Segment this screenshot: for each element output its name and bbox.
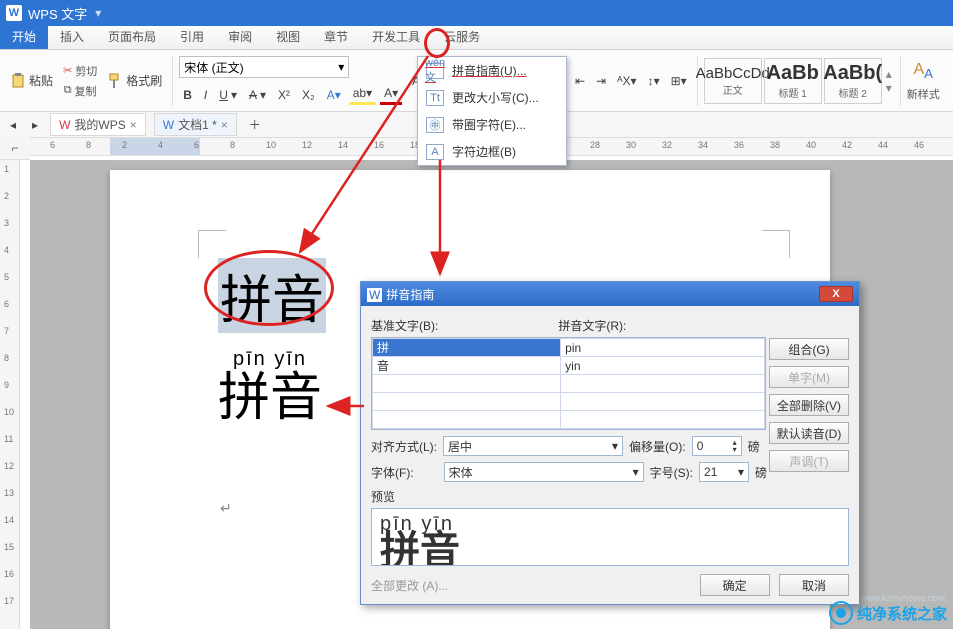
font-color-button[interactable]: A▾: [380, 84, 402, 105]
ok-button[interactable]: 确定: [700, 574, 770, 596]
menu-tab[interactable]: 开始: [0, 24, 48, 49]
size-unit: 磅: [755, 464, 767, 481]
pinyin-guide-dialog: W拼音指南 X 基准文字(B): 拼音文字(R): 拼pin音yin 组合(G)…: [360, 281, 860, 605]
dialog-close-button[interactable]: X: [819, 286, 853, 302]
font-label: 字体(F):: [371, 464, 414, 481]
dropdown-item[interactable]: A字符边框(B): [418, 138, 566, 165]
close-icon[interactable]: ×: [130, 118, 137, 132]
underline-button[interactable]: U▾: [215, 84, 241, 105]
superscript-button[interactable]: X²: [274, 84, 294, 105]
watermark-icon: [829, 601, 853, 625]
style-gallery[interactable]: AaBbCcDd正文AaBb标题 1AaBb(标题 2: [704, 58, 882, 104]
tone-button: 声调(T): [769, 450, 849, 472]
ruby-result: pīn yīn 拼音: [218, 348, 322, 425]
offset-unit: 磅: [748, 438, 760, 455]
menu-tab[interactable]: 章节: [312, 24, 360, 49]
highlight-button[interactable]: ab▾: [349, 84, 376, 105]
default-reading-button[interactable]: 默认读音(D): [769, 422, 849, 444]
watermark: 纯净系统之家: [829, 601, 947, 625]
size-label: 字号(S):: [650, 464, 693, 481]
dropdown-item[interactable]: Tt更改大小写(C)...: [418, 84, 566, 111]
offset-spinner[interactable]: 0▴▾: [692, 436, 742, 456]
copy-button[interactable]: ⧉复制: [60, 81, 101, 101]
menu-tab[interactable]: 视图: [264, 24, 312, 49]
view-indicator: ⌐: [0, 136, 30, 160]
indent-button[interactable]: ⇥: [592, 72, 610, 90]
subscript-button[interactable]: X₂: [298, 84, 319, 105]
pinyin-grid[interactable]: 拼pin音yin: [371, 337, 766, 430]
single-button: 单字(M): [769, 366, 849, 388]
base-text-label: 基准文字(B):: [371, 317, 438, 334]
paragraph-mark: ↵: [220, 500, 232, 517]
style-preview[interactable]: AaBb(标题 2: [824, 58, 882, 104]
app-title: WPS 文字: [28, 4, 87, 23]
pinyin-text-label: 拼音文字(R):: [558, 317, 626, 334]
cancel-button[interactable]: 取消: [779, 574, 849, 596]
align-combo[interactable]: 居中▾: [443, 436, 623, 456]
preview-label: 预览: [371, 488, 849, 505]
tab-nav-right[interactable]: ▸: [28, 116, 42, 134]
menu-tab[interactable]: 页面布局: [96, 24, 168, 49]
app-logo: W: [6, 5, 22, 21]
vertical-ruler[interactable]: 1234567891011121314151617: [0, 160, 20, 629]
dropdown-item[interactable]: wén 文拼音指南(U)...: [418, 57, 566, 84]
borders-button[interactable]: ⊞▾: [667, 72, 691, 90]
menu-tab[interactable]: 引用: [168, 24, 216, 49]
tab-document[interactable]: W文档1 *×: [154, 113, 237, 136]
menu-tab[interactable]: 插入: [48, 24, 96, 49]
menu-tab[interactable]: 审阅: [216, 24, 264, 49]
apply-all-link[interactable]: 全部更改 (A)...: [371, 577, 448, 594]
clear-all-button[interactable]: 全部删除(V): [769, 394, 849, 416]
bold-button[interactable]: B: [179, 84, 196, 105]
menu-tab[interactable]: 云服务: [432, 24, 492, 49]
size-combo[interactable]: 21▾: [699, 462, 749, 482]
menu-tabs: 开始插入页面布局引用审阅视图章节开发工具云服务: [0, 26, 953, 50]
offset-label: 偏移量(O):: [629, 438, 686, 455]
style-preview[interactable]: AaBbCcDd正文: [704, 58, 762, 104]
italic-button[interactable]: I: [200, 84, 211, 105]
align-label: 对齐方式(L):: [371, 438, 437, 455]
text-effect-button[interactable]: A▾: [323, 84, 345, 105]
font-name-combo[interactable]: 宋体 (正文)▾: [179, 56, 349, 78]
text-direction-button[interactable]: ᴬX▾: [613, 72, 640, 90]
new-tab-button[interactable]: ＋: [245, 114, 265, 135]
close-icon[interactable]: ×: [221, 118, 228, 132]
cut-button[interactable]: ✂剪切: [59, 61, 101, 81]
selected-text[interactable]: 拼音: [218, 258, 326, 333]
tab-mywps[interactable]: W我的WPS×: [50, 113, 146, 136]
title-bar: W WPS 文字 ▾: [0, 0, 953, 26]
format-painter-button[interactable]: 格式刷: [103, 70, 166, 91]
strike-button[interactable]: A▾: [245, 84, 270, 105]
preview-box: pīn yīn 拼音: [371, 508, 849, 566]
style-preview[interactable]: AaBb标题 1: [764, 58, 822, 104]
outdent-button[interactable]: ⇤: [571, 72, 589, 90]
dialog-titlebar[interactable]: W拼音指南 X: [361, 282, 859, 306]
combine-button[interactable]: 组合(G): [769, 338, 849, 360]
new-style-button[interactable]: AA: [909, 59, 937, 83]
pinyin-dropdown-menu: wén 文拼音指南(U)...Tt更改大小写(C)...㊥带圈字符(E)...A…: [417, 56, 567, 166]
font-combo[interactable]: 宋体▾: [444, 462, 644, 482]
menu-tab[interactable]: 开发工具: [360, 24, 432, 49]
paste-button[interactable]: 粘贴: [6, 70, 57, 91]
dropdown-item[interactable]: ㊥带圈字符(E)...: [418, 111, 566, 138]
line-spacing-button[interactable]: ↕▾: [644, 72, 664, 90]
tab-nav-left[interactable]: ◂: [6, 116, 20, 134]
